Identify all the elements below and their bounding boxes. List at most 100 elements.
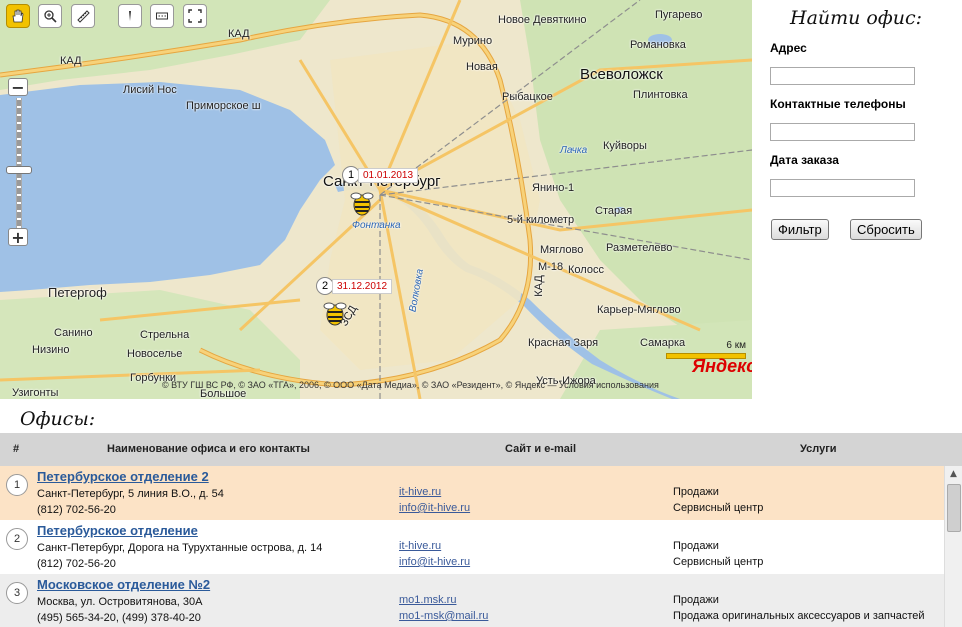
map-label-koloss: Колосс — [568, 264, 604, 276]
offices-title: Офисы: — [20, 408, 96, 430]
map-label-sanino: Санино — [54, 327, 93, 339]
office-site-link[interactable]: it-hive.ru — [399, 486, 441, 498]
office-phone: (812) 702-56-20 — [37, 558, 116, 570]
table-scrollbar[interactable]: ▲ — [944, 466, 962, 627]
office-email-link[interactable]: info@it-hive.ru — [399, 556, 470, 568]
map-label-karer: Карьер-Мяглово — [597, 304, 681, 316]
layers-icon — [156, 12, 168, 20]
cursor-icon — [129, 11, 131, 21]
offices-table-header: # Наименование офиса и его контакты Сайт… — [0, 433, 962, 466]
column-header-site: Сайт и e-mail — [505, 443, 577, 455]
ruler-icon — [77, 10, 90, 23]
magnifier-icon — [44, 10, 57, 23]
map-label-kad-2: КАД — [228, 28, 250, 40]
zoom-in-button[interactable]: + — [8, 228, 28, 247]
map-label-peterhof: Петергоф — [48, 285, 107, 300]
filter-title: Найти офис: — [790, 7, 923, 29]
marker-date: 31.12.2012 — [332, 278, 393, 294]
table-row[interactable]: 1 Петербурское отделение 2 Санкт-Петербу… — [0, 466, 944, 520]
map-label-lisiy-nos: Лисий Нос — [123, 84, 177, 96]
map-label-m18: М-18 — [538, 261, 564, 273]
office-site-link[interactable]: mo1.msk.ru — [399, 594, 456, 606]
address-input[interactable] — [770, 67, 915, 85]
map-label-yanino: Янино-1 — [532, 182, 575, 194]
filter-button[interactable]: Фильтр — [771, 219, 829, 240]
zoom-slider-thumb[interactable] — [6, 166, 32, 174]
office-service: Сервисный центр — [673, 502, 764, 514]
table-row[interactable]: 3 Московское отделение №2 Москва, ул. Ос… — [0, 574, 944, 627]
map-label-kad-1: КАД — [60, 55, 82, 67]
map-label-romanovka: Романовка — [630, 39, 686, 51]
map-label-lacka: Лачка — [560, 145, 588, 156]
office-service: Продажа оригинальных аксессуаров и запча… — [673, 610, 925, 622]
marker-date: 01.01.2013 — [358, 167, 419, 183]
map-label-razmetelevo: Разметелево — [606, 242, 673, 254]
zoom-out-button[interactable]: − — [8, 78, 28, 97]
column-header-services: Услуги — [800, 443, 837, 455]
address-label: Адрес — [770, 41, 807, 55]
map-label-murino: Мурино — [453, 35, 493, 47]
bee-marker-icon[interactable] — [347, 188, 377, 218]
map-label-novaya: Новая — [466, 61, 498, 73]
office-service: Сервисный центр — [673, 556, 764, 568]
map-label-rybackoe: Рыбацкое — [502, 91, 553, 103]
office-address: Санкт-Петербург, Дорога на Турухтанные о… — [37, 542, 323, 554]
office-email-link[interactable]: mo1-msk@mail.ru — [399, 610, 488, 622]
row-number: 3 — [6, 582, 28, 604]
map-label-plintovka: Плинтовка — [633, 89, 688, 101]
fullscreen-icon — [188, 9, 202, 23]
office-email-link[interactable]: info@it-hive.ru — [399, 502, 470, 514]
map-label-kuyvory: Куйворы — [603, 140, 647, 152]
office-marker-2[interactable]: 2 31.12.2012 — [316, 277, 393, 295]
office-service: Продажи — [673, 486, 719, 498]
date-label: Дата заказа — [770, 153, 839, 167]
yandex-logo[interactable]: Яндекс — [692, 356, 752, 377]
table-row[interactable]: 2 Петербурское отделение Санкт-Петербург… — [0, 520, 944, 574]
reset-button[interactable]: Сбросить — [850, 219, 922, 240]
map-label-kad-3: КАД — [532, 275, 545, 297]
hand-tool-button[interactable] — [6, 4, 30, 28]
map-label-uzigonty: Узигонты — [12, 387, 59, 399]
map-label-krasnaya-zarya: Красная Заря — [528, 337, 599, 349]
row-number: 1 — [6, 474, 28, 496]
row-number: 2 — [6, 528, 28, 550]
office-address: Москва, ул. Островитянова, 30А — [37, 596, 203, 608]
magnifier-tool-button[interactable] — [38, 4, 62, 28]
scrollbar-thumb[interactable] — [947, 484, 961, 532]
phones-input[interactable] — [770, 123, 915, 141]
map-view[interactable]: − + Мурино Новая Рыбацкое Новое Девяткин… — [0, 0, 752, 399]
map-label-novoe-devyatkino: Новое Девяткино — [498, 14, 587, 26]
zoom-control[interactable]: − + — [6, 78, 32, 248]
map-label-vsevolozhsk: Всеволожск — [580, 66, 663, 83]
office-phone: (812) 702-56-20 — [37, 504, 116, 516]
date-input[interactable] — [770, 179, 915, 197]
map-label-fontanka: Фонтанка — [352, 220, 401, 231]
scale-label: 6 км — [726, 340, 746, 351]
layers-tool-button[interactable] — [150, 4, 174, 28]
map-label-nizino: Низино — [32, 344, 70, 356]
office-phone: (495) 565-34-20, (499) 378-40-20 — [37, 612, 201, 624]
office-address: Санкт-Петербург, 5 линия В.О., д. 54 — [37, 488, 224, 500]
office-site-link[interactable]: it-hive.ru — [399, 540, 441, 552]
map-label-staraya: Старая — [595, 205, 633, 217]
bee-marker-icon[interactable] — [320, 298, 350, 328]
map-label-km5: 5-й километр — [507, 214, 575, 226]
column-header-name: Наименование офиса и его контакты — [107, 443, 310, 455]
office-service: Продажи — [673, 540, 719, 552]
office-name-link[interactable]: Московское отделение №2 — [37, 577, 210, 592]
office-name-link[interactable]: Петербурское отделение 2 — [37, 469, 209, 484]
map-label-pugarevo: Пугарево — [655, 9, 703, 21]
office-marker-1[interactable]: 1 01.01.2013 — [342, 166, 419, 184]
map-label-strelna: Стрельна — [140, 329, 190, 341]
hand-icon — [12, 9, 24, 23]
filter-panel: Найти офис: Адрес Контактные телефоны Да… — [752, 0, 962, 399]
ruler-tool-button[interactable] — [71, 4, 95, 28]
scroll-up-icon[interactable]: ▲ — [945, 466, 962, 482]
fullscreen-tool-button[interactable] — [183, 4, 207, 28]
office-name-link[interactable]: Петербурское отделение — [37, 523, 198, 538]
cursor-tool-button[interactable] — [118, 4, 142, 28]
phones-label: Контактные телефоны — [770, 97, 906, 111]
map-label-myaglovo: Мяглово — [540, 244, 584, 256]
column-header-num: # — [13, 443, 20, 455]
office-service: Продажи — [673, 594, 719, 606]
